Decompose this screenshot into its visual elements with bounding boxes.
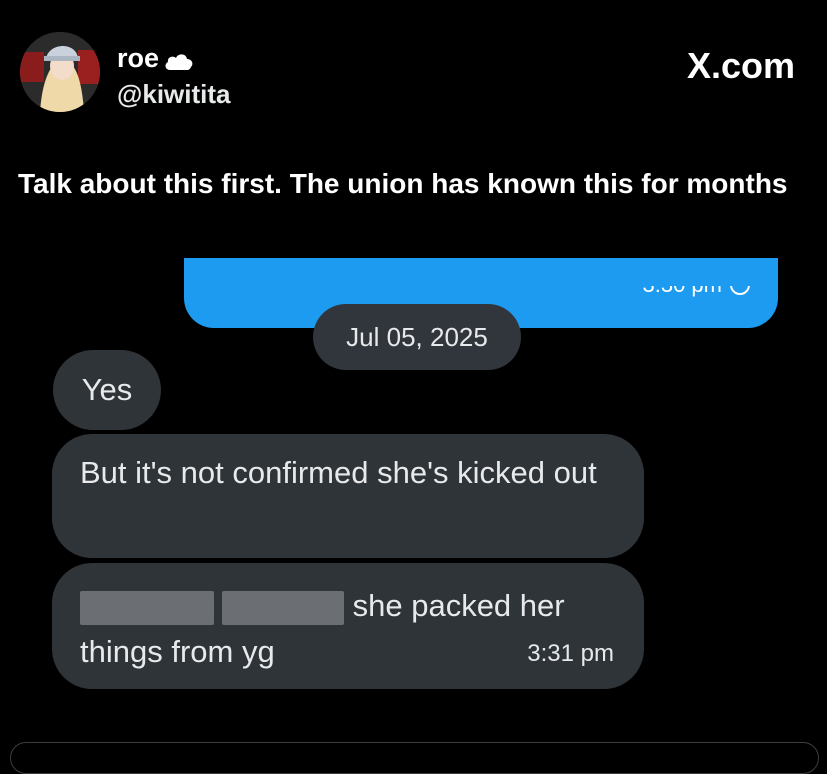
cloud-icon [163, 47, 195, 70]
redaction-block [222, 590, 344, 625]
message-bubble[interactable]: Yes [53, 350, 161, 430]
handle[interactable]: @kiwitita [117, 78, 230, 110]
date-divider: Jul 05, 2025 [313, 304, 521, 370]
clock-icon [730, 286, 750, 295]
message-bubble[interactable]: she packed her things from yg 3:31 pm [52, 563, 644, 689]
sent-time-text: 3:30 pm [642, 272, 723, 297]
message-composer[interactable] [10, 742, 819, 774]
message-bubble[interactable]: But it's not confirmed she's kicked out [52, 434, 644, 558]
display-name-text: roe [117, 43, 160, 73]
message-text: But it's not confirmed she's kicked out [80, 455, 597, 490]
post-text: Talk about this first. The union has kno… [18, 168, 788, 199]
display-name[interactable]: roe [117, 42, 195, 74]
avatar[interactable] [20, 32, 100, 112]
message-text: Yes [81, 372, 133, 407]
redaction-block [80, 590, 214, 625]
message-time: 3:31 pm [527, 640, 614, 667]
sent-message-time: 3:30 pm [642, 272, 750, 298]
brand-watermark: X.com [686, 45, 795, 86]
